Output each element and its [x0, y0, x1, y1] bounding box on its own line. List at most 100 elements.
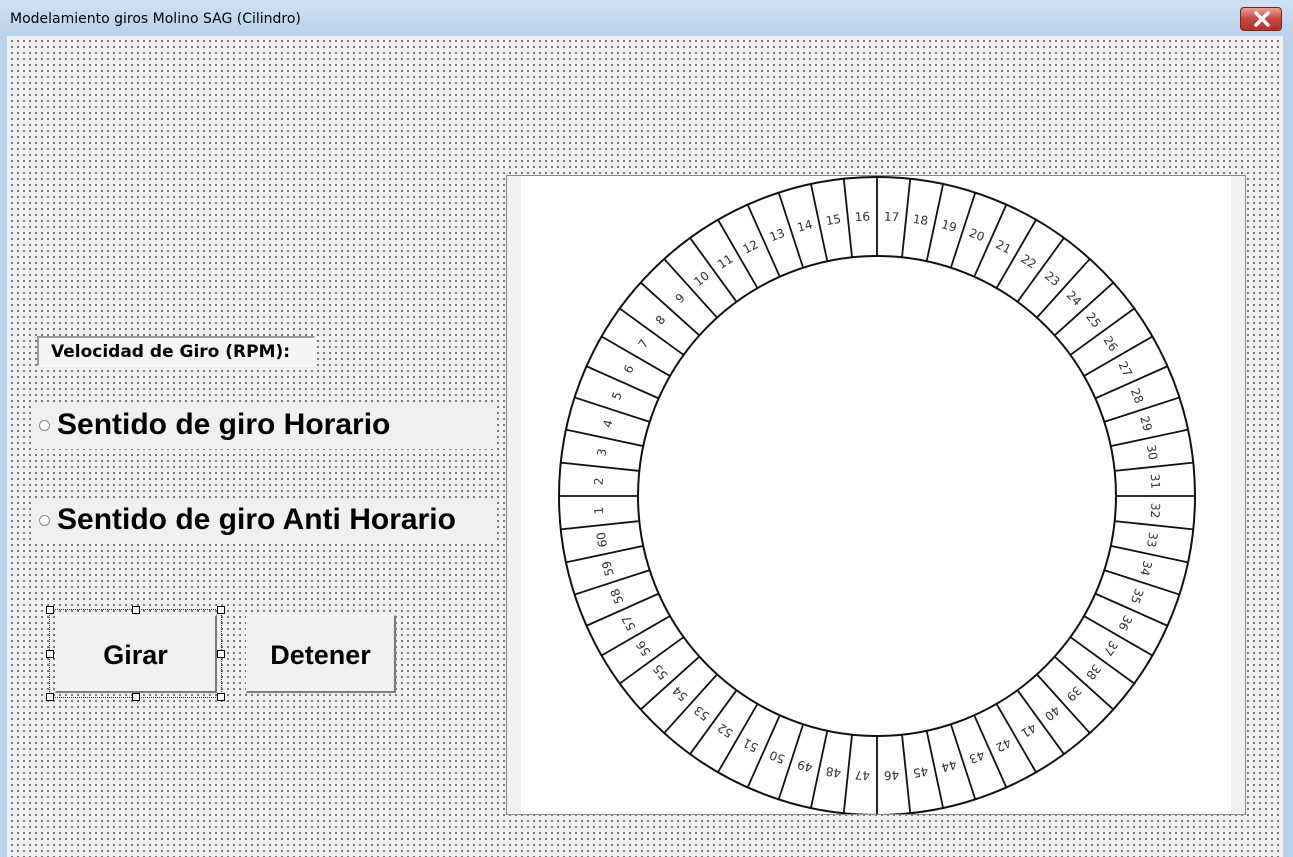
segment-label: 46 — [884, 768, 900, 783]
segment-divider — [901, 734, 912, 814]
segment-divider — [925, 730, 944, 809]
segment-divider — [1054, 655, 1114, 711]
segment-divider — [810, 183, 829, 262]
segment-divider — [689, 237, 738, 303]
segment-label: 28 — [1128, 386, 1147, 405]
segment-label: 33 — [1144, 531, 1160, 548]
segment-label: 40 — [1042, 703, 1063, 723]
segment-label: 6 — [621, 363, 637, 376]
segment-divider — [663, 673, 718, 734]
segment-label: 20 — [967, 226, 986, 245]
segment-divider — [1016, 237, 1065, 303]
segment-label: 34 — [1137, 559, 1154, 577]
segment-label: 47 — [854, 768, 870, 783]
segment-divider — [1114, 520, 1194, 531]
segment-label: 8 — [653, 313, 669, 328]
segment-divider — [1110, 428, 1189, 447]
segment-divider — [1054, 281, 1114, 337]
window-title: Modelamiento giros Molino SAG (Cilindro) — [10, 11, 301, 27]
segment-label: 18 — [912, 212, 929, 228]
segment-divider — [1069, 636, 1135, 685]
segment-label: 23 — [1042, 269, 1063, 289]
segment-label: 19 — [940, 217, 958, 234]
radio-counterclockwise[interactable]: Sentido de giro Anti Horario — [35, 498, 495, 544]
segment-label: 13 — [768, 226, 787, 245]
segment-label: 56 — [633, 638, 653, 658]
segment-label: 43 — [967, 748, 986, 767]
segment-divider — [810, 730, 829, 809]
segment-label: 55 — [650, 662, 670, 683]
segment-label: 53 — [691, 703, 712, 723]
segment-label: 26 — [1101, 334, 1121, 354]
segment-divider — [842, 734, 853, 814]
title-bar[interactable]: Modelamiento giros Molino SAG (Cilindro) — [0, 0, 1293, 36]
segment-label: 12 — [741, 237, 761, 256]
form-client-area: Velocidad de Giro (RPM): Sentido de giro… — [7, 36, 1283, 857]
segment-label: 24 — [1064, 288, 1085, 309]
segment-divider — [619, 636, 685, 685]
segment-label: 48 — [825, 764, 842, 780]
segment-divider — [560, 461, 640, 472]
segment-label: 3 — [594, 447, 609, 457]
segment-label: 37 — [1101, 638, 1121, 658]
segment-label: 15 — [825, 212, 842, 228]
segment-label: 14 — [796, 217, 814, 234]
segment-label: 30 — [1144, 444, 1160, 461]
segment-divider — [1036, 258, 1091, 319]
close-icon — [1254, 11, 1270, 27]
segment-label: 9 — [672, 291, 687, 306]
app-window: Modelamiento giros Molino SAG (Cilindro)… — [0, 0, 1293, 857]
segment-label: 36 — [1115, 613, 1134, 633]
segment-label: 32 — [1148, 503, 1163, 519]
segment-divider — [565, 428, 644, 447]
mill-image-frame: 1 2 3 4 5 6 7 8 9 10 11 12 13 14 15 16 17 18 19 20 21 22 23 24 2… — [506, 175, 1246, 815]
segment-label: 45 — [912, 764, 929, 780]
segment-label: 57 — [619, 613, 638, 633]
segment-label: 4 — [600, 418, 616, 429]
segment-divider — [925, 183, 944, 262]
segment-label: 52 — [715, 720, 735, 740]
radio-counterclockwise-label: Sentido de giro Anti Horario — [57, 503, 456, 536]
segment-divider — [663, 258, 718, 319]
segment-label: 39 — [1064, 683, 1085, 704]
segment-label: 58 — [608, 587, 627, 606]
segment-label: 27 — [1115, 359, 1134, 379]
stop-button[interactable]: Detener — [246, 615, 396, 693]
segment-divider — [574, 396, 650, 423]
segment-label: 35 — [1128, 587, 1147, 606]
segment-label: 51 — [741, 735, 761, 754]
ring-outer-edge — [558, 176, 1196, 814]
segment-label: 7 — [635, 337, 651, 351]
segment-label: 21 — [993, 237, 1013, 256]
segment-label: 59 — [599, 559, 616, 577]
segment-label: 17 — [884, 209, 900, 224]
segment-label: 2 — [592, 477, 606, 485]
segment-divider — [640, 655, 700, 711]
segment-label: 22 — [1018, 252, 1038, 272]
ring-inner-edge — [637, 255, 1117, 737]
segment-divider — [1036, 673, 1091, 734]
radio-clockwise-label: Sentido de giro Horario — [57, 408, 391, 441]
segment-divider — [619, 307, 685, 356]
rotate-button[interactable]: Girar — [55, 615, 217, 693]
segment-divider — [901, 178, 912, 258]
segment-label: 25 — [1083, 310, 1103, 331]
segment-label: 50 — [768, 748, 787, 767]
radio-clockwise[interactable]: Sentido de giro Horario — [35, 403, 495, 449]
segment-divider — [842, 178, 853, 258]
segment-divider — [565, 545, 644, 564]
radio-dot[interactable] — [39, 515, 50, 526]
segment-label: 11 — [715, 252, 735, 272]
segment-label: 29 — [1137, 414, 1154, 432]
close-button[interactable] — [1240, 7, 1282, 31]
segment-label: 44 — [940, 757, 958, 774]
segment-label: 60 — [594, 531, 610, 548]
radio-dot[interactable] — [39, 420, 50, 431]
segment-label: 1 — [592, 506, 606, 514]
mill-ring-diagram: 12345678910111213 14 15 16 17 18 19 20212223242… — [558, 176, 1196, 814]
segment-label: 10 — [691, 269, 712, 289]
segment-label: 31 — [1148, 473, 1163, 489]
segment-divider — [1110, 545, 1189, 564]
segment-label: 42 — [993, 735, 1013, 754]
segment-label: 41 — [1018, 720, 1038, 740]
